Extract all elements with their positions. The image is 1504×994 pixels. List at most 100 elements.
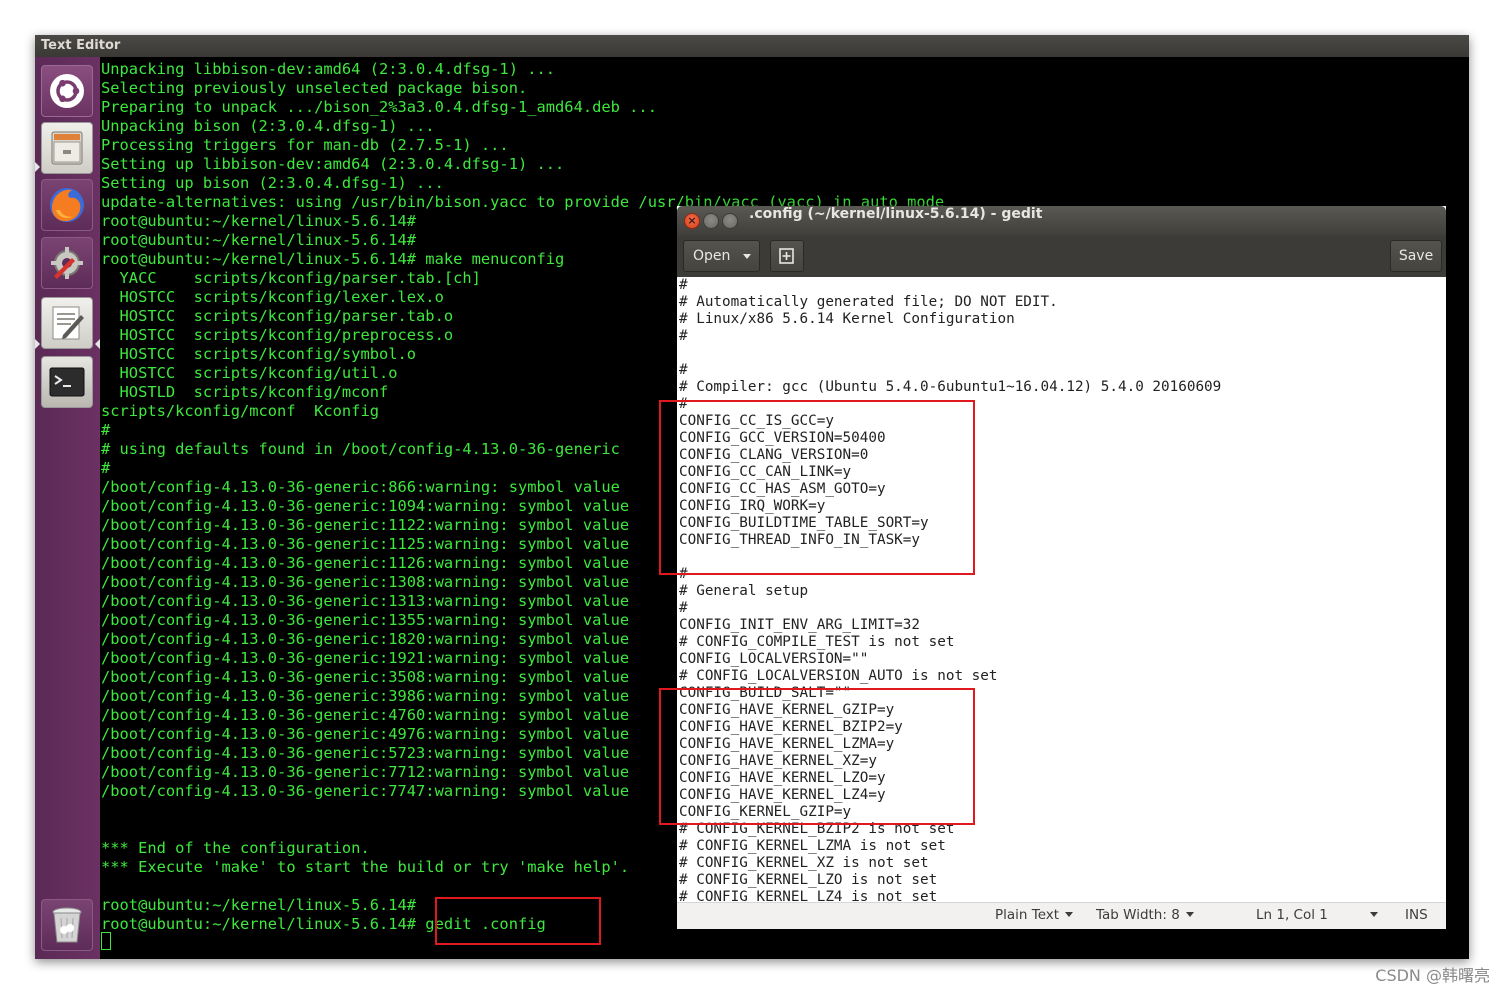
terminal-line: root@ubuntu:~/kernel/linux-5.6.14# bbox=[101, 231, 417, 249]
document-line: CONFIG_THREAD_INFO_IN_TASK=y bbox=[679, 532, 921, 548]
document-line: # CONFIG_KERNEL_LZ4 is not set bbox=[679, 889, 938, 902]
gedit-titlebar[interactable]: × .config (~/kernel/linux-5.6.14) - gedi… bbox=[677, 206, 1446, 236]
terminal-line: root@ubuntu:~/kernel/linux-5.6.14# bbox=[101, 896, 417, 914]
terminal-line: Preparing to unpack .../bison_2%3a3.0.4.… bbox=[101, 98, 657, 116]
terminal-line: /boot/config-4.13.0-36-generic:1308:warn… bbox=[101, 573, 630, 591]
document-line: CONFIG_CLANG_VERSION=0 bbox=[679, 447, 869, 463]
terminal-line: /boot/config-4.13.0-36-generic:1820:warn… bbox=[101, 630, 630, 648]
document-line: # CONFIG_KERNEL_BZIP2 is not set bbox=[679, 821, 955, 837]
language-selector[interactable]: Plain Text bbox=[995, 903, 1074, 928]
terminal-line: Selecting previously unselected package … bbox=[101, 79, 528, 97]
gedit-toolbar: Open Save bbox=[677, 236, 1446, 277]
terminal-line: /boot/config-4.13.0-36-generic:1921:warn… bbox=[101, 649, 630, 667]
focused-indicator-icon bbox=[95, 339, 100, 349]
open-label: Open bbox=[693, 248, 731, 264]
document-line: CONFIG_LOCALVERSION="" bbox=[679, 651, 869, 667]
terminal-line: /boot/config-4.13.0-36-generic:5723:warn… bbox=[101, 744, 630, 762]
save-button[interactable]: Save bbox=[1390, 240, 1442, 272]
launcher-terminal[interactable] bbox=[41, 356, 93, 408]
terminal-icon bbox=[49, 367, 85, 397]
launcher-files[interactable] bbox=[41, 122, 93, 174]
terminal-line: /boot/config-4.13.0-36-generic:1094:warn… bbox=[101, 497, 630, 515]
launcher-firefox[interactable] bbox=[41, 179, 93, 231]
terminal-line: *** Execute 'make' to start the build or… bbox=[101, 858, 630, 876]
open-button[interactable]: Open bbox=[683, 240, 760, 272]
document-line: CONFIG_HAVE_KERNEL_XZ=y bbox=[679, 753, 877, 769]
document-line: # Linux/x86 5.6.14 Kernel Configuration bbox=[679, 311, 1015, 327]
chevron-down-icon bbox=[1369, 912, 1378, 917]
document-line: # CONFIG_LOCALVERSION_AUTO is not set bbox=[679, 668, 998, 684]
document-line: CONFIG_HAVE_KERNEL_GZIP=y bbox=[679, 702, 895, 718]
document-line: # CONFIG_COMPILE_TEST is not set bbox=[679, 634, 955, 650]
terminal-line: Unpacking libbison-dev:amd64 (2:3.0.4.df… bbox=[101, 60, 556, 78]
terminal-line: HOSTCC scripts/kconfig/symbol.o bbox=[101, 345, 417, 363]
document-line: CONFIG_HAVE_KERNEL_LZMA=y bbox=[679, 736, 895, 752]
terminal-line: /boot/config-4.13.0-36-generic:7712:warn… bbox=[101, 763, 630, 781]
gedit-text-area[interactable]: # # Automatically generated file; DO NOT … bbox=[677, 277, 1446, 902]
terminal-line: /boot/config-4.13.0-36-generic:1122:warn… bbox=[101, 516, 630, 534]
terminal-line: /boot/config-4.13.0-36-generic:3986:warn… bbox=[101, 687, 630, 705]
document-line: CONFIG_CC_HAS_ASM_GOTO=y bbox=[679, 481, 886, 497]
running-indicator-icon bbox=[35, 339, 40, 349]
terminal-line: # using defaults found in /boot/config-4… bbox=[101, 440, 620, 458]
terminal-line: YACC scripts/kconfig/parser.tab.[ch] bbox=[101, 269, 481, 287]
chevron-down-icon bbox=[1065, 912, 1074, 917]
cursor-position-selector[interactable]: Ln 1, Col 1 bbox=[1256, 903, 1378, 928]
settings-gear-wrench-icon bbox=[51, 247, 83, 279]
gedit-statusbar: Plain Text Tab Width: 8 Ln 1, Col 1 INS bbox=[677, 902, 1446, 929]
window-minimize-button[interactable] bbox=[703, 213, 719, 229]
terminal-line: HOSTCC scripts/kconfig/parser.tab.o bbox=[101, 307, 454, 325]
ubuntu-logo-icon bbox=[50, 74, 84, 108]
terminal-line: HOSTCC scripts/kconfig/preprocess.o bbox=[101, 326, 454, 344]
document-line: # bbox=[679, 396, 688, 412]
document-line: # bbox=[679, 600, 688, 616]
top-panel: Text Editor bbox=[35, 35, 1469, 57]
desktop-screen: Text Editor Unpacking libbison-dev:amd64… bbox=[35, 35, 1469, 959]
terminal-cursor bbox=[101, 932, 111, 950]
terminal-line: root@ubuntu:~/kernel/linux-5.6.14# gedit… bbox=[101, 915, 546, 933]
document-line: # Compiler: gcc (Ubuntu 5.4.0-6ubuntu1~1… bbox=[679, 379, 1222, 395]
terminal-line: /boot/config-4.13.0-36-generic:4760:warn… bbox=[101, 706, 630, 724]
document-line: # General setup bbox=[679, 583, 809, 599]
document-line: CONFIG_BUILDTIME_TABLE_SORT=y bbox=[679, 515, 929, 531]
new-document-icon bbox=[779, 248, 794, 264]
launcher-system-settings[interactable] bbox=[41, 237, 93, 289]
document-line: # bbox=[679, 362, 688, 378]
document-line: CONFIG_HAVE_KERNEL_LZ4=y bbox=[679, 787, 886, 803]
document-line: # bbox=[679, 566, 688, 582]
document-line: # bbox=[679, 277, 688, 293]
watermark: CSDN @韩曙亮 bbox=[1375, 966, 1490, 985]
terminal-line: Setting up libbison-dev:amd64 (2:3.0.4.d… bbox=[101, 155, 565, 173]
terminal-line: /boot/config-4.13.0-36-generic:7747:warn… bbox=[101, 782, 630, 800]
window-title: .config (~/kernel/linux-5.6.14) - gedit bbox=[749, 206, 1043, 222]
document-line: CONFIG_INIT_ENV_ARG_LIMIT=32 bbox=[679, 617, 921, 633]
terminal-line: /boot/config-4.13.0-36-generic:1125:warn… bbox=[101, 535, 630, 553]
launcher bbox=[35, 57, 100, 959]
terminal-line: HOSTLD scripts/kconfig/mconf bbox=[101, 383, 389, 401]
document-line: # CONFIG_KERNEL_XZ is not set bbox=[679, 855, 929, 871]
document-line: CONFIG_GCC_VERSION=50400 bbox=[679, 430, 886, 446]
terminal-line: Processing triggers for man-db (2.7.5-1)… bbox=[101, 136, 509, 154]
active-app-title: Text Editor bbox=[41, 38, 121, 53]
window-close-button[interactable]: × bbox=[684, 213, 700, 229]
terminal-line: Setting up bison (2:3.0.4.dfsg-1) ... bbox=[101, 174, 444, 192]
terminal-line: *** End of the configuration. bbox=[101, 839, 370, 857]
launcher-text-editor[interactable] bbox=[41, 297, 93, 349]
terminal-line: Unpacking bison (2:3.0.4.dfsg-1) ... bbox=[101, 117, 435, 135]
launcher-trash[interactable] bbox=[41, 899, 93, 951]
text-editor-icon bbox=[52, 306, 84, 340]
terminal-line: /boot/config-4.13.0-36-generic:3508:warn… bbox=[101, 668, 630, 686]
tab-width-label: Tab Width: 8 bbox=[1096, 907, 1180, 923]
tab-width-selector[interactable]: Tab Width: 8 bbox=[1096, 903, 1194, 928]
trash-icon bbox=[52, 907, 82, 943]
new-document-button[interactable] bbox=[770, 240, 804, 272]
window-maximize-button[interactable] bbox=[722, 213, 738, 229]
terminal-line: root@ubuntu:~/kernel/linux-5.6.14# make … bbox=[101, 250, 565, 268]
chevron-down-icon bbox=[743, 254, 751, 259]
terminal-line: root@ubuntu:~/kernel/linux-5.6.14# bbox=[101, 212, 417, 230]
document-line: CONFIG_IRQ_WORK=y bbox=[679, 498, 826, 514]
launcher-ubuntu-dash[interactable] bbox=[41, 65, 93, 117]
terminal-line: # bbox=[101, 459, 111, 477]
firefox-icon bbox=[50, 188, 84, 222]
close-icon: × bbox=[687, 214, 697, 227]
